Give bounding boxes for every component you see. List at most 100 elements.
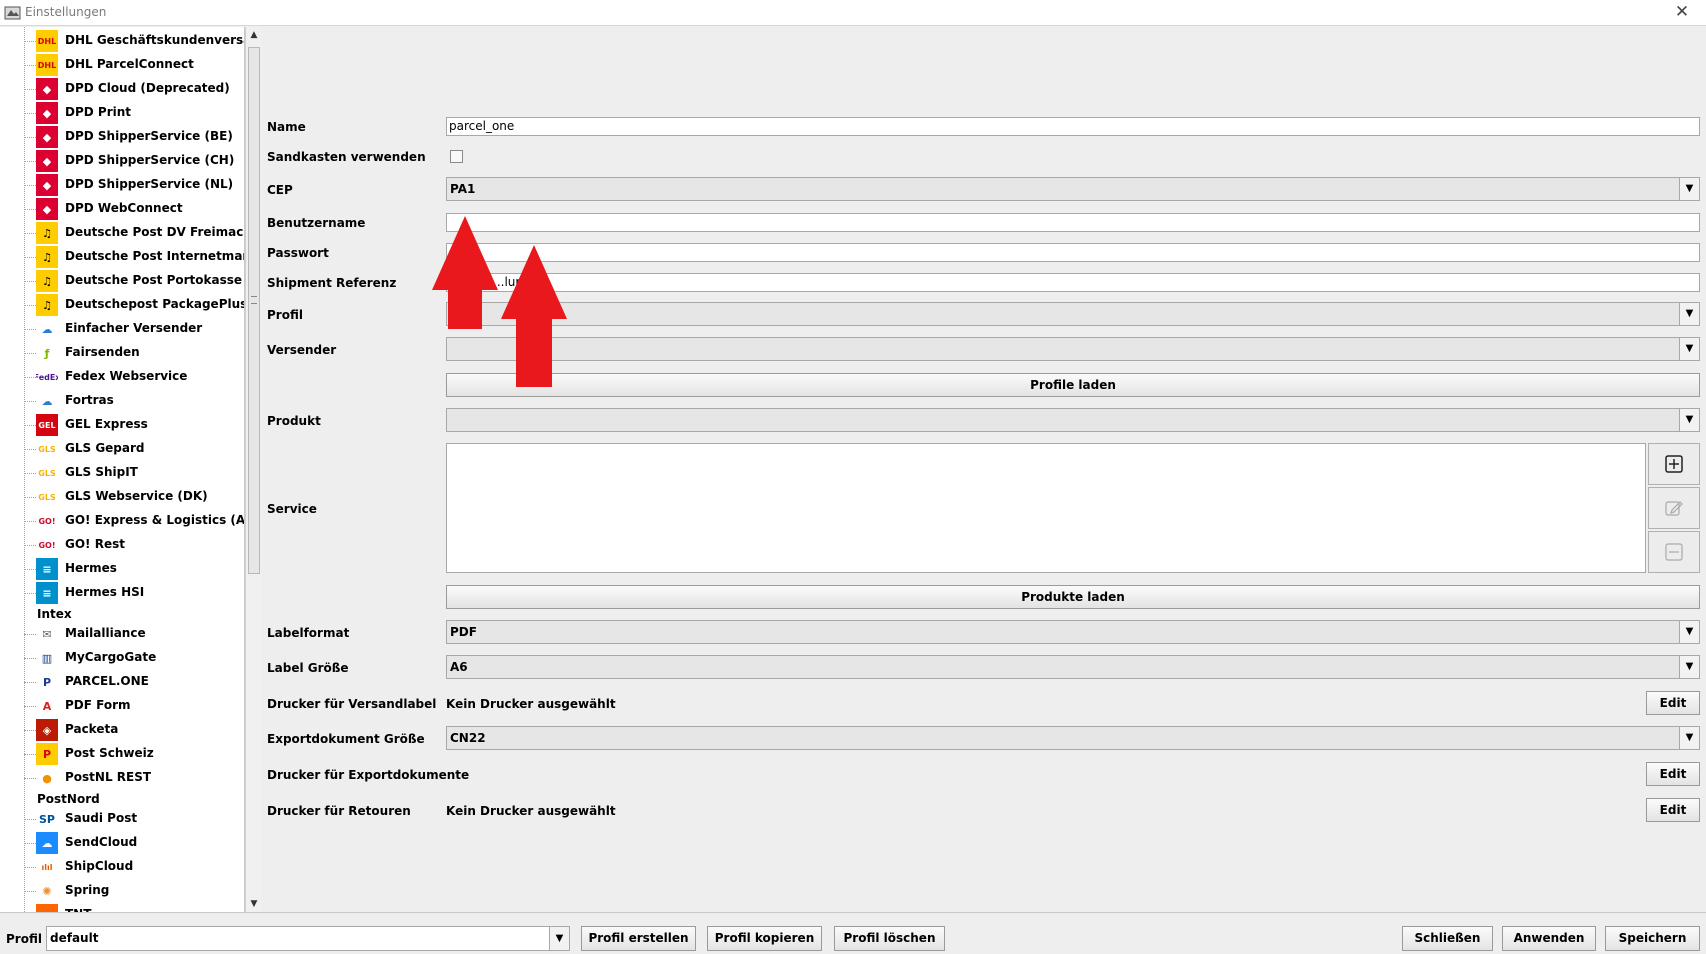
- tree-item[interactable]: ◈ Packeta: [24, 718, 244, 742]
- sandbox-checkbox[interactable]: [450, 150, 463, 163]
- tree-item[interactable]: ƒ Fairsenden: [24, 341, 244, 365]
- create-profile-button[interactable]: Profil erstellen: [581, 926, 696, 951]
- dhl-icon: DHL: [36, 54, 58, 76]
- tree-item[interactable]: ☁ Einfacher Versender: [24, 317, 244, 341]
- bottom-profile-value: default: [50, 931, 99, 945]
- tree-item[interactable]: ılıl ShipCloud: [24, 855, 244, 879]
- chevron-down-icon[interactable]: ▼: [549, 927, 569, 950]
- tree-item[interactable]: FedEx Fedex Webservice: [24, 365, 244, 389]
- export-size-select[interactable]: CN22 ▼: [446, 726, 1700, 750]
- tree-item[interactable]: P Post Schweiz: [24, 742, 244, 766]
- tree-connector: [24, 634, 36, 635]
- tree-item[interactable]: ♫ Deutsche Post Portokasse: [24, 269, 244, 293]
- tree-item[interactable]: ◆ DPD Cloud (Deprecated): [24, 77, 244, 101]
- tree-item-label: Packeta: [65, 722, 119, 736]
- sandbox-label: Sandkasten verwenden: [267, 150, 426, 164]
- chevron-down-icon[interactable]: ▼: [1679, 621, 1699, 643]
- scroll-down-icon[interactable]: ▼: [246, 896, 262, 912]
- chevron-down-icon[interactable]: ▼: [1679, 178, 1699, 200]
- tree-connector: [24, 449, 36, 450]
- tree-item[interactable]: GO! GO! Rest: [24, 533, 244, 557]
- dpd-icon: ◆: [36, 198, 58, 220]
- chevron-down-icon[interactable]: ▼: [1679, 656, 1699, 678]
- add-service-button[interactable]: [1648, 443, 1700, 485]
- tree-connector: [24, 778, 36, 779]
- tree-item[interactable]: ● PostNL REST: [24, 766, 244, 790]
- tree-item[interactable]: P PARCEL.ONE: [24, 670, 244, 694]
- tree-item[interactable]: GEL GEL Express: [24, 413, 244, 437]
- tree-scrollbar[interactable]: ▲ ▼: [245, 27, 261, 912]
- tree-item[interactable]: ✺ Spring: [24, 879, 244, 903]
- tree-item[interactable]: ≡ Hermes HSI: [24, 581, 244, 605]
- tree-item[interactable]: GLS GLS ShipIT: [24, 461, 244, 485]
- password-input[interactable]: [446, 243, 1700, 262]
- tree-item-label: GLS ShipIT: [65, 465, 138, 479]
- product-select[interactable]: ▼: [446, 408, 1700, 432]
- service-list[interactable]: [446, 443, 1646, 573]
- tree-item[interactable]: ◆ DPD Print: [24, 101, 244, 125]
- tree-item[interactable]: ◆ DPD ShipperService (NL): [24, 173, 244, 197]
- labelsize-select[interactable]: A6 ▼: [446, 655, 1700, 679]
- bottom-profile-select[interactable]: default ▼: [46, 926, 570, 951]
- chevron-down-icon[interactable]: ▼: [1679, 338, 1699, 360]
- sender-select[interactable]: ▼: [446, 337, 1700, 361]
- tree-item[interactable]: GLS GLS Gepard: [24, 437, 244, 461]
- tree-item[interactable]: ◆ DPD ShipperService (CH): [24, 149, 244, 173]
- copy-profile-button[interactable]: Profil kopieren: [707, 926, 822, 951]
- name-input[interactable]: parcel_one: [446, 117, 1700, 136]
- chevron-down-icon[interactable]: ▼: [1679, 409, 1699, 431]
- tree-item-label: GO! Express & Logistics (AX4): [65, 513, 245, 527]
- saudi-post-icon: SP: [36, 808, 58, 830]
- edit-service-button[interactable]: [1648, 487, 1700, 529]
- apply-button[interactable]: Anwenden: [1502, 926, 1596, 951]
- delete-profile-button[interactable]: Profil löschen: [834, 926, 945, 951]
- tree-connector: [24, 521, 36, 522]
- edit-printer-ship-button[interactable]: Edit: [1646, 691, 1700, 715]
- shipment-ref-input[interactable]: ...lum: [446, 273, 1700, 292]
- tree-item-label: Spring: [65, 883, 110, 897]
- tree-item[interactable]: ♫ Deutschepost PackagePlus: [24, 293, 244, 317]
- minus-box-icon: [1665, 543, 1683, 561]
- tree-item[interactable]: ✉ Mailalliance: [24, 622, 244, 646]
- load-products-button[interactable]: Produkte laden: [446, 585, 1700, 609]
- edit-printer-return-button[interactable]: Edit: [1646, 798, 1700, 822]
- remove-service-button[interactable]: [1648, 531, 1700, 573]
- cep-select[interactable]: PA1 ▼: [446, 177, 1700, 201]
- close-button[interactable]: Schließen: [1402, 926, 1493, 951]
- scroll-thumb[interactable]: [248, 47, 260, 574]
- tree-item[interactable]: SP Saudi Post: [24, 807, 244, 831]
- tree-item[interactable]: ♫ Deutsche Post DV Freimachung: [24, 221, 244, 245]
- tree-connector: [24, 161, 36, 162]
- tree-item[interactable]: ≡ Hermes: [24, 557, 244, 581]
- tree-item[interactable]: DHL DHL ParcelConnect: [24, 53, 244, 77]
- tree-item-label: DHL ParcelConnect: [65, 57, 194, 71]
- scroll-up-icon[interactable]: ▲: [246, 27, 262, 43]
- chevron-down-icon[interactable]: ▼: [1679, 303, 1699, 325]
- tree-item[interactable]: GO! GO! Express & Logistics (AX4): [24, 509, 244, 533]
- edit-printer-export-button[interactable]: Edit: [1646, 762, 1700, 786]
- tree-item[interactable]: GLS GLS Webservice (DK): [24, 485, 244, 509]
- close-icon[interactable]: ✕: [1672, 2, 1692, 22]
- title-bar: Einstellungen ✕: [0, 0, 1706, 26]
- tree-item[interactable]: ☁ Fortras: [24, 389, 244, 413]
- labelformat-select[interactable]: PDF ▼: [446, 620, 1700, 644]
- username-input[interactable]: [446, 213, 1700, 232]
- tree-item[interactable]: ♫ Deutsche Post Internetmarke: [24, 245, 244, 269]
- tree-connector: [24, 497, 36, 498]
- chevron-down-icon[interactable]: ▼: [1679, 727, 1699, 749]
- tree-item-label: Einfacher Versender: [65, 321, 203, 335]
- tree-connector: [24, 137, 36, 138]
- tree-item[interactable]: DHL DHL Geschäftskundenversand: [24, 29, 244, 53]
- postnl-icon: ●: [36, 767, 58, 789]
- load-profiles-button[interactable]: Profile laden: [446, 373, 1700, 397]
- tree-item[interactable]: A PDF Form: [24, 694, 244, 718]
- tree-item[interactable]: ◆ DPD WebConnect: [24, 197, 244, 221]
- tree-item[interactable]: ◆ DPD ShipperService (BE): [24, 125, 244, 149]
- tree-item[interactable]: ▥ MyCargoGate: [24, 646, 244, 670]
- tree-item[interactable]: ☁ SendCloud: [24, 831, 244, 855]
- tree-item[interactable]: TNT: [24, 903, 244, 912]
- export-size-value: CN22: [450, 731, 486, 745]
- leaf-icon: ƒ: [36, 342, 58, 364]
- profile-select[interactable]: ▼: [446, 302, 1700, 326]
- save-button[interactable]: Speichern: [1605, 926, 1700, 951]
